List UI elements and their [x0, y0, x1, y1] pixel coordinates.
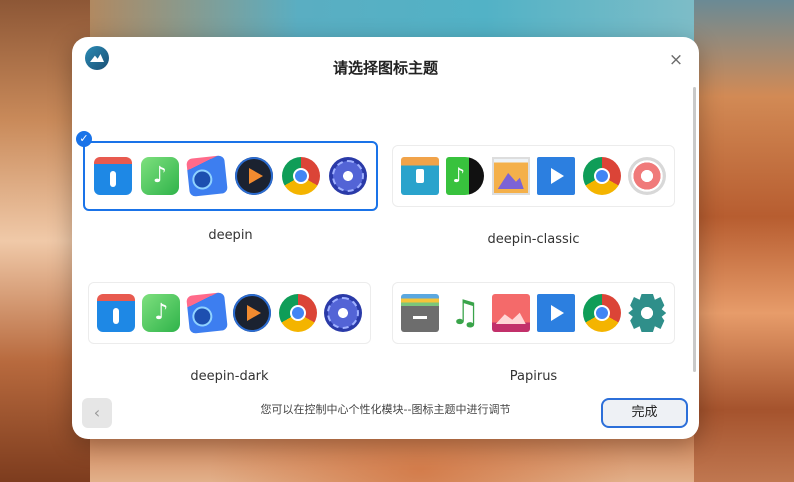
dialog-title: 请选择图标主题 — [332, 59, 438, 77]
player-icon — [233, 294, 272, 332]
wallpaper-right — [694, 0, 794, 482]
photos-icon — [491, 157, 530, 195]
theme-icon-preview[interactable] — [88, 282, 371, 344]
music-icon — [446, 294, 484, 332]
theme-label: deepin-classic — [487, 232, 580, 247]
photos-icon — [186, 155, 228, 197]
files-icon — [93, 157, 132, 195]
chrome-icon — [282, 157, 321, 195]
done-button[interactable]: 完成 — [601, 398, 688, 428]
settings-icon — [628, 157, 667, 195]
theme-label: deepin — [208, 228, 253, 243]
icon-theme-dialog: 请选择图标主题 × ✓ deepin deepin-classic — [72, 37, 699, 439]
music-icon — [446, 157, 485, 195]
settings-icon — [628, 294, 667, 332]
selected-check-icon: ✓ — [76, 131, 92, 147]
files-icon — [96, 294, 135, 332]
files-icon — [400, 157, 439, 195]
theme-label: Papirus — [509, 369, 558, 384]
scrollbar[interactable] — [693, 87, 696, 372]
player-icon — [235, 157, 274, 195]
settings-icon — [324, 294, 363, 332]
video-icon — [537, 294, 576, 332]
photos-icon — [491, 294, 530, 332]
theme-icon-preview[interactable] — [392, 282, 675, 344]
theme-label: deepin-dark — [190, 369, 269, 384]
files-icon — [400, 294, 439, 332]
settings-icon — [329, 157, 368, 195]
music-icon — [140, 157, 179, 195]
chrome-icon — [582, 294, 621, 332]
chrome-icon — [582, 157, 621, 195]
music-icon — [142, 294, 181, 332]
close-button[interactable]: × — [667, 51, 685, 69]
chrome-icon — [278, 294, 317, 332]
video-icon — [537, 157, 576, 195]
theme-icon-preview[interactable] — [392, 145, 675, 207]
theme-icon-preview[interactable] — [83, 141, 378, 211]
photos-icon — [185, 292, 228, 334]
